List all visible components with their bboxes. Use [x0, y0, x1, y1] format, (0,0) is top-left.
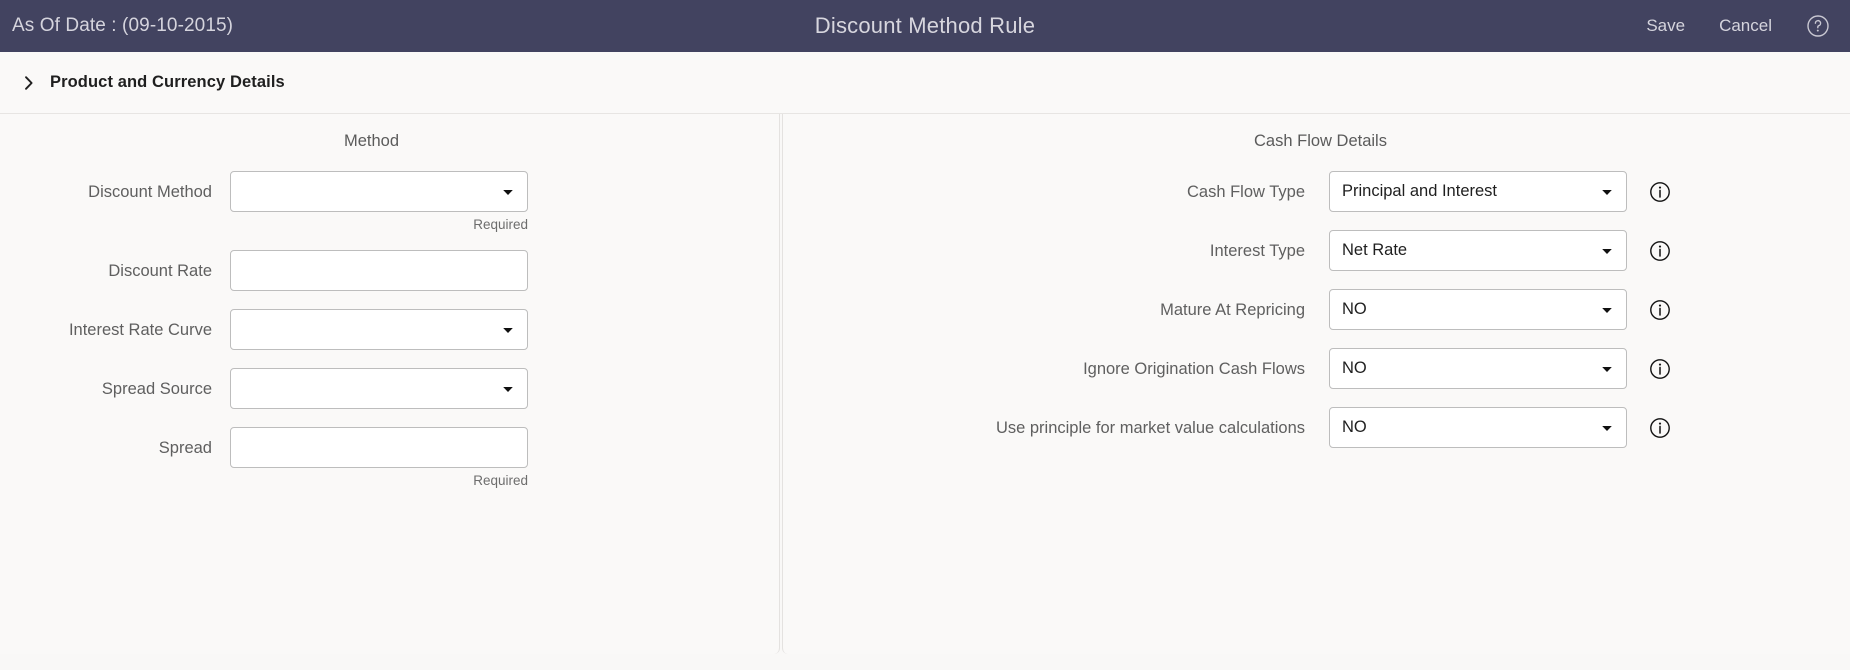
cash-flow-details-panel: Cash Flow Details Cash Flow Type Princip… — [782, 114, 1850, 654]
field-col-interest-type: Net Rate — [1329, 230, 1627, 271]
spread-input[interactable] — [230, 427, 528, 468]
app-header: As Of Date : (09-10-2015) Discount Metho… — [0, 0, 1850, 52]
info-circle-icon[interactable] — [1649, 299, 1671, 321]
accordion-title: Product and Currency Details — [50, 73, 285, 91]
caret-down-icon — [1600, 303, 1614, 317]
field-row-use-principle-market-value: Use principle for market value calculati… — [783, 407, 1850, 448]
cash-flow-panel-heading: Cash Flow Details — [1254, 132, 1387, 150]
interest-type-select[interactable]: Net Rate — [1329, 230, 1627, 271]
use-principle-market-value-select[interactable]: NO — [1329, 407, 1627, 448]
label-discount-rate: Discount Rate — [108, 262, 212, 280]
product-currency-accordion[interactable]: Product and Currency Details — [0, 52, 1850, 114]
label-spread-source: Spread Source — [101, 380, 212, 398]
caret-down-icon — [501, 185, 515, 199]
label-interest-rate-curve: Interest Rate Curve — [68, 321, 212, 339]
label-interest-type: Interest Type — [1209, 242, 1305, 260]
field-row-spread-source: Spread Source — [0, 368, 779, 409]
label-use-principle-market-value: Use principle for market value calculati… — [995, 419, 1305, 437]
field-col-mature-at-repricing: NO — [1329, 289, 1627, 330]
ignore-origination-cash-flows-select[interactable]: NO — [1329, 348, 1627, 389]
field-col-spread-source — [230, 368, 528, 409]
ignore-origination-cash-flows-value: NO — [1342, 359, 1367, 377]
label-mature-at-repricing: Mature At Repricing — [1160, 301, 1305, 319]
caret-down-icon — [501, 382, 515, 396]
method-panel: Method Discount Method Required Discount… — [0, 114, 780, 654]
info-circle-icon[interactable] — [1649, 358, 1671, 380]
save-button[interactable]: Save — [1646, 16, 1685, 36]
spread-required-note: Required — [473, 473, 528, 488]
label-spread: Spread — [158, 439, 212, 457]
spread-source-select[interactable] — [230, 368, 528, 409]
field-row-ignore-origination-cash-flows: Ignore Origination Cash Flows NO — [783, 348, 1850, 389]
cash-flow-type-value: Principal and Interest — [1342, 182, 1498, 200]
field-row-discount-method: Discount Method Required — [0, 171, 779, 232]
label-ignore-origination-cash-flows: Ignore Origination Cash Flows — [1083, 360, 1305, 378]
help-circle-icon[interactable] — [1806, 14, 1830, 38]
mature-at-repricing-value: NO — [1342, 300, 1367, 318]
field-row-cash-flow-type: Cash Flow Type Principal and Interest — [783, 171, 1850, 212]
field-col-use-principle-market-value: NO — [1329, 407, 1627, 448]
as-of-date-label: As Of Date : (09-10-2015) — [12, 15, 234, 36]
method-panel-heading: Method — [343, 132, 400, 150]
label-cash-flow-type: Cash Flow Type — [1187, 183, 1305, 201]
caret-down-icon — [501, 323, 515, 337]
caret-down-icon — [1600, 362, 1614, 376]
field-row-mature-at-repricing: Mature At Repricing NO — [783, 289, 1850, 330]
caret-down-icon — [1600, 185, 1614, 199]
field-col-cash-flow-type: Principal and Interest — [1329, 171, 1627, 212]
page-title: Discount Method Rule — [814, 13, 1036, 38]
field-col-interest-rate-curve — [230, 309, 528, 350]
cash-flow-type-select[interactable]: Principal and Interest — [1329, 171, 1627, 212]
info-circle-icon[interactable] — [1649, 181, 1671, 203]
interest-type-value: Net Rate — [1342, 241, 1408, 259]
discount-method-required-note: Required — [473, 217, 528, 232]
label-discount-method: Discount Method — [88, 183, 212, 201]
cancel-button[interactable]: Cancel — [1719, 16, 1772, 36]
info-circle-icon[interactable] — [1649, 240, 1671, 262]
header-actions: Save Cancel — [1646, 14, 1850, 38]
field-col-spread: Required — [230, 427, 528, 488]
field-col-discount-method: Required — [230, 171, 528, 232]
mature-at-repricing-select[interactable]: NO — [1329, 289, 1627, 330]
info-circle-icon[interactable] — [1649, 417, 1671, 439]
field-col-ignore-origination-cash-flows: NO — [1329, 348, 1627, 389]
interest-rate-curve-select[interactable] — [230, 309, 528, 350]
field-row-interest-type: Interest Type Net Rate — [783, 230, 1850, 271]
discount-method-select[interactable] — [230, 171, 528, 212]
field-row-interest-rate-curve: Interest Rate Curve — [0, 309, 779, 350]
caret-down-icon — [1600, 421, 1614, 435]
discount-rate-input[interactable] — [230, 250, 528, 291]
field-row-spread: Spread Required — [0, 427, 779, 488]
form-panels: Method Discount Method Required Discount… — [0, 114, 1850, 654]
field-col-discount-rate — [230, 250, 528, 291]
field-row-discount-rate: Discount Rate — [0, 250, 779, 291]
use-principle-market-value-value: NO — [1342, 418, 1367, 436]
caret-down-icon — [1600, 244, 1614, 258]
chevron-right-icon[interactable] — [16, 70, 42, 96]
